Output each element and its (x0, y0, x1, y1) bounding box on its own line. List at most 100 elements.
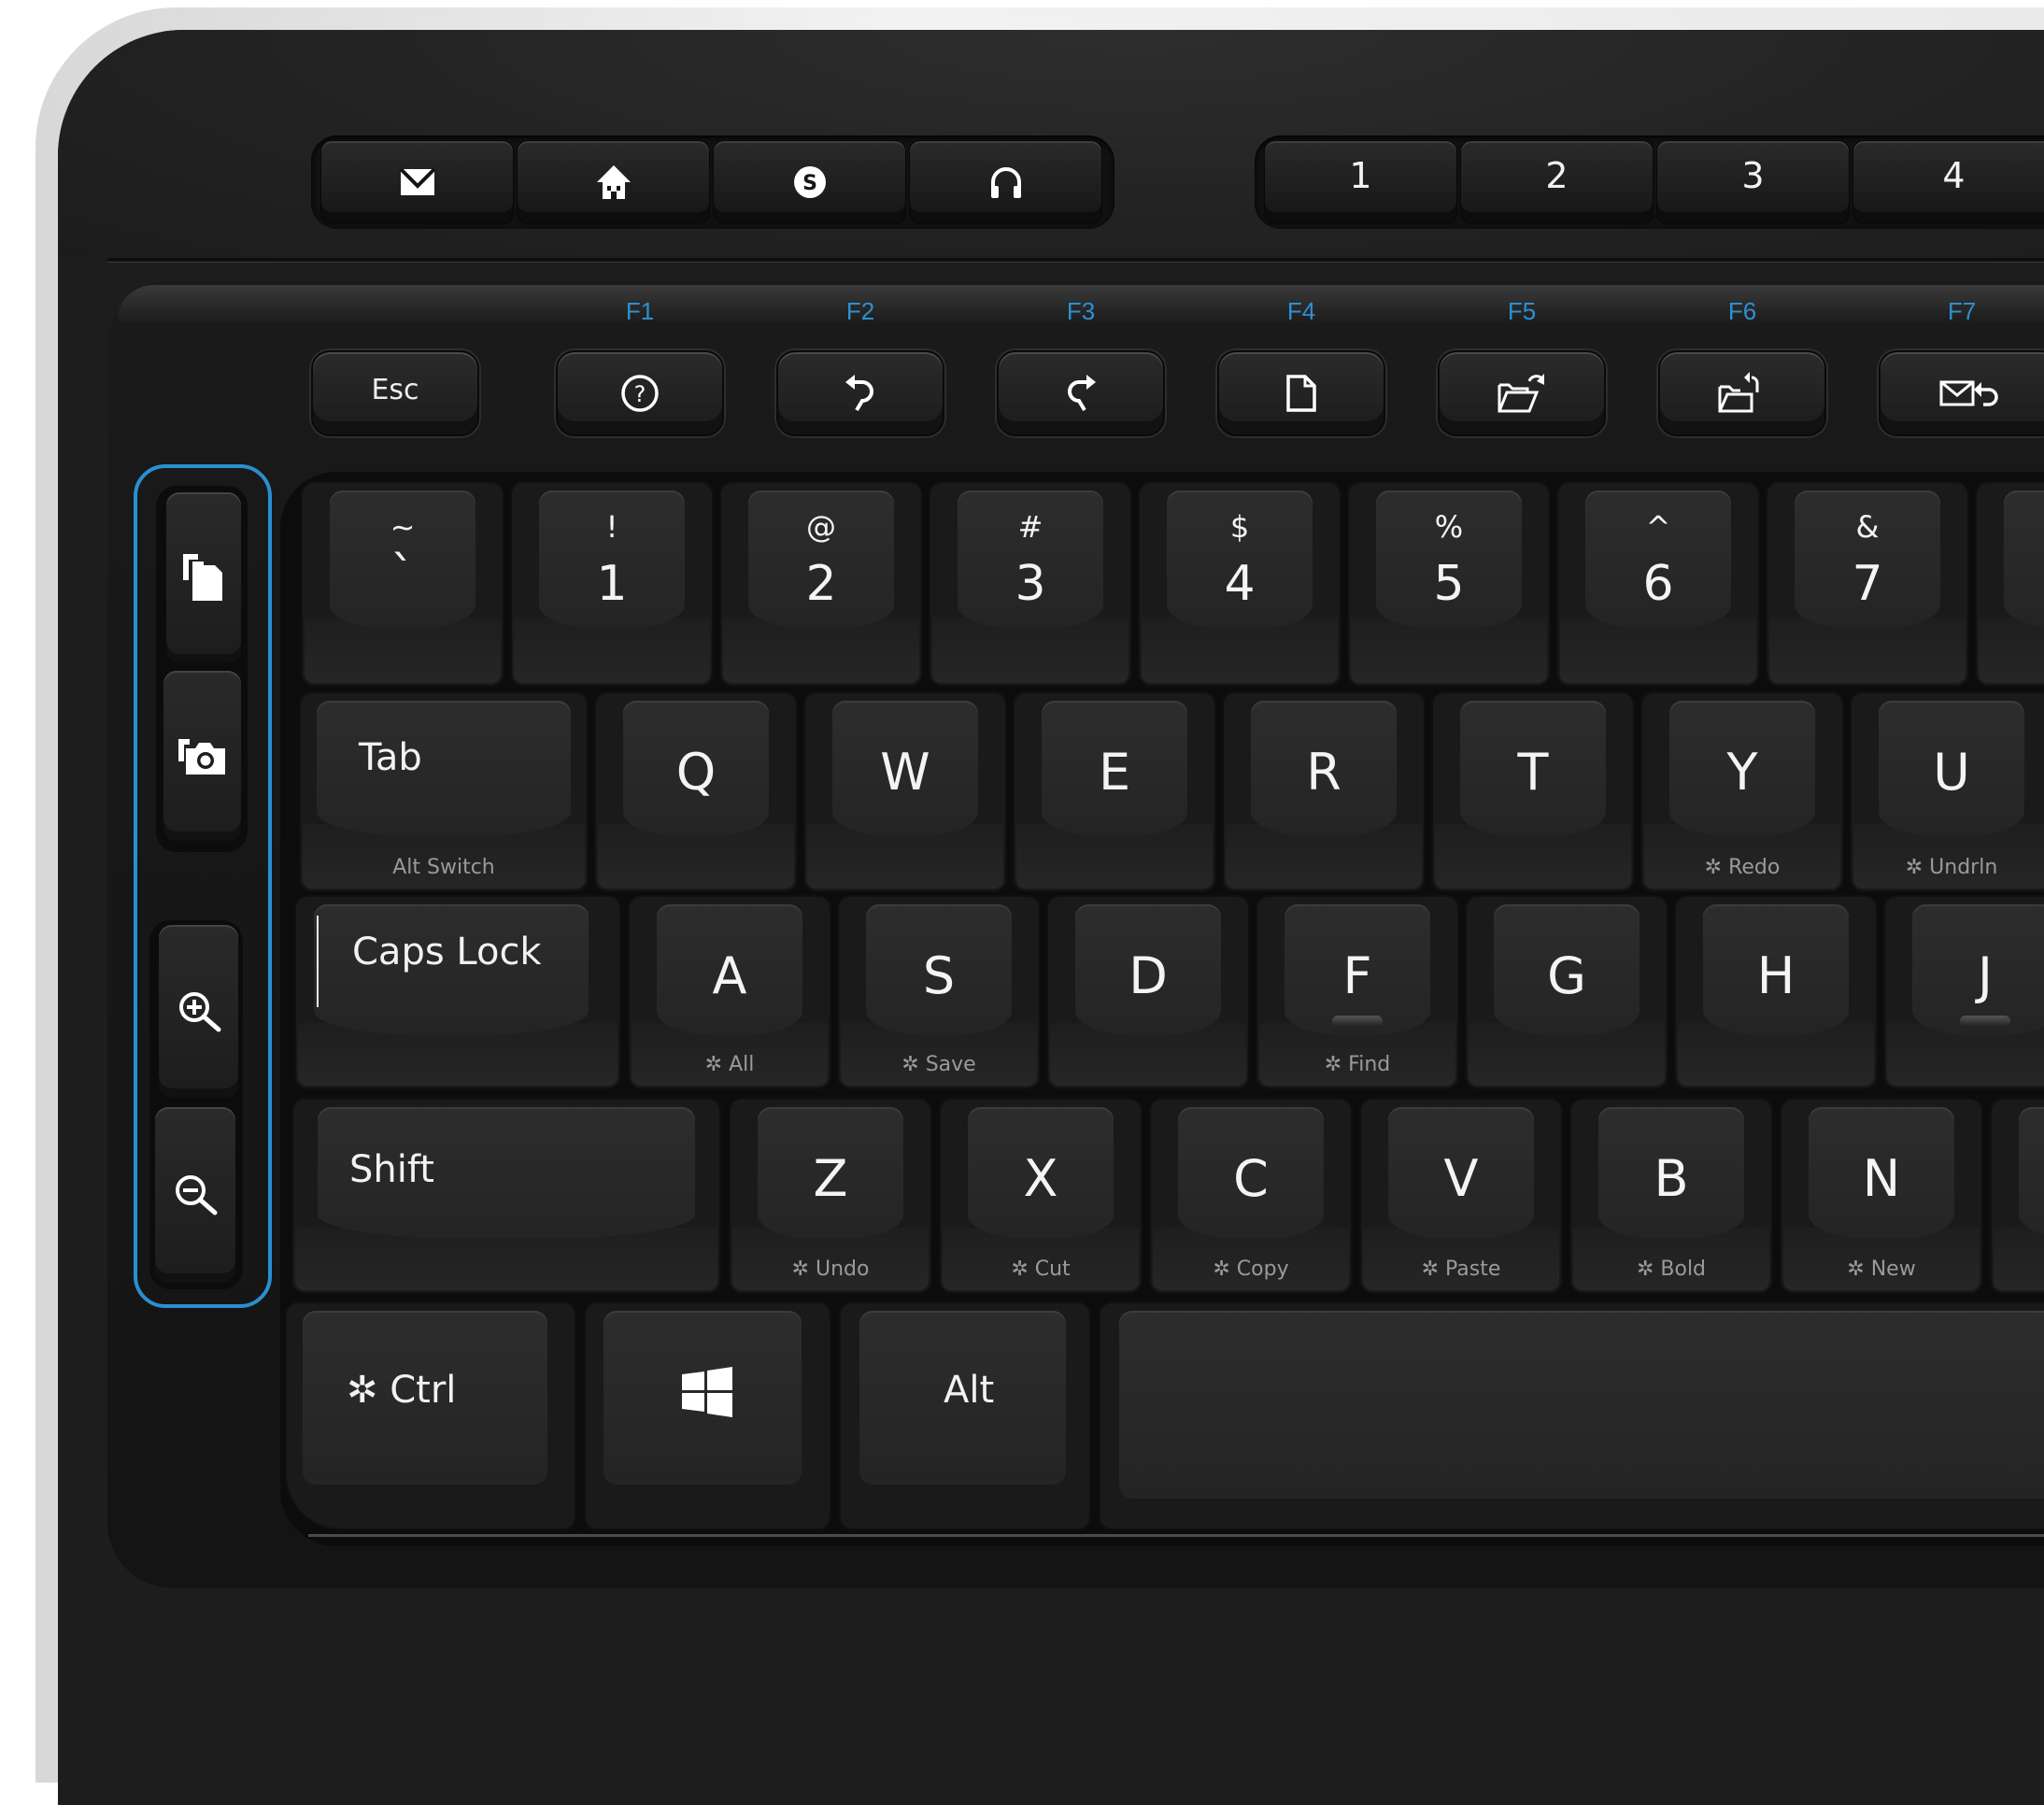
key-letter: F (1342, 946, 1372, 1005)
key-sub-legend: ✲ Undo (791, 1258, 870, 1281)
key-d[interactable]: D (1046, 895, 1250, 1089)
key-r[interactable]: R (1222, 691, 1426, 892)
favorite-key-label: 4 (1942, 155, 1966, 196)
favorite-key-1[interactable]: 1 (1264, 140, 1457, 224)
key-3[interactable]: #3 (929, 481, 1132, 687)
key-sub-legend: ✲ Undrln (1905, 856, 1998, 879)
key-skirt (1979, 617, 2044, 683)
key-x[interactable]: X ✲ Cut (939, 1098, 1143, 1294)
f3-key[interactable] (997, 350, 1165, 436)
mail-button[interactable] (320, 140, 514, 224)
key-e[interactable]: E (1013, 691, 1216, 892)
key-sub-legend: ✲ New (1847, 1258, 1916, 1281)
skype-button[interactable]: S (713, 140, 906, 224)
key-base-legend: 2 (805, 556, 837, 612)
windows-stack-icon (181, 552, 226, 604)
key-sub-legend: ✲ Find (1324, 1053, 1391, 1076)
ctrl-key[interactable]: ✲ Ctrl (285, 1301, 576, 1530)
key-t[interactable]: T (1431, 691, 1635, 892)
key-y[interactable]: Y ✲ Redo (1640, 691, 1844, 892)
key-letter: D (1128, 946, 1168, 1005)
favorite-key-3[interactable]: 3 (1656, 140, 1850, 224)
alt-key[interactable]: Alt (839, 1301, 1091, 1530)
key-7[interactable]: & 7 (1766, 481, 1969, 687)
key-shift-legend: % (1434, 509, 1464, 545)
f5-key[interactable] (1438, 350, 1606, 436)
key-letter: X (1023, 1149, 1058, 1208)
key-sub-legend: ✲ Save (901, 1053, 976, 1076)
key-1[interactable]: ! 1 (510, 481, 714, 687)
esc-key[interactable]: Esc (311, 350, 479, 436)
key-2[interactable]: @2 (719, 481, 923, 687)
key-cap (2018, 1107, 2044, 1240)
key-g[interactable]: G (1465, 895, 1668, 1089)
key-j[interactable]: J (1883, 895, 2044, 1089)
fn-label-f7: F7 (1947, 297, 1977, 325)
tilde-key[interactable]: ~ ` (301, 481, 504, 687)
key-letter: C (1233, 1149, 1269, 1208)
caps-lock-key[interactable]: Caps Lock (294, 895, 621, 1089)
f6-key[interactable] (1658, 350, 1826, 436)
key-b[interactable]: B ✲ Bold (1569, 1098, 1773, 1294)
screenshot-key[interactable] (163, 671, 241, 841)
key-letter: H (1756, 946, 1796, 1005)
key-letter: Q (675, 743, 717, 802)
fn-label-f1: F1 (625, 297, 655, 325)
zoom-out-key[interactable] (155, 1107, 235, 1283)
key-v[interactable]: V ✲ Paste (1359, 1098, 1563, 1294)
key-well-bottom-edge (308, 1534, 2044, 1537)
key-sub-legend: ✲ Bold (1636, 1258, 1707, 1281)
f7-key[interactable] (1879, 350, 2044, 436)
key-q[interactable]: Q (594, 691, 798, 892)
key-u[interactable]: U ✲ Undrln (1850, 691, 2044, 892)
key-f[interactable]: F ✲ Find (1256, 895, 1459, 1089)
key-shift-legend: ! (605, 509, 618, 545)
key-letter: R (1306, 743, 1341, 802)
key-s[interactable]: S ✲ Save (837, 895, 1041, 1089)
home-button[interactable] (517, 140, 710, 224)
zoom-out-icon (172, 1172, 219, 1218)
key-m-partial[interactable] (1990, 1098, 2044, 1294)
windows-key[interactable] (584, 1301, 831, 1530)
favorite-key-4[interactable]: 4 (1852, 140, 2044, 224)
music-button[interactable] (909, 140, 1102, 224)
app-switch-key[interactable] (166, 492, 241, 663)
key-skirt (1994, 1227, 2044, 1290)
caps-lock-label: Caps Lock (352, 931, 542, 974)
spacebar[interactable] (1099, 1301, 2044, 1530)
esc-label: Esc (371, 373, 419, 406)
key-a[interactable]: A ✲ All (628, 895, 831, 1089)
help-icon: ? (619, 373, 660, 414)
f4-key[interactable] (1217, 350, 1385, 436)
key-letter: S (922, 946, 956, 1005)
key-letter: U (1933, 743, 1970, 802)
shift-key[interactable]: Shift (291, 1098, 721, 1294)
key-6[interactable]: ^ 6 (1556, 481, 1760, 687)
f1-key[interactable]: ? (556, 350, 724, 436)
key-w[interactable]: W (803, 691, 1007, 892)
key-8-partial[interactable] (1975, 481, 2044, 687)
key-shift-legend: # (1017, 509, 1043, 545)
favorite-key-2[interactable]: 2 (1460, 140, 1654, 224)
key-c[interactable]: C ✲ Copy (1149, 1098, 1353, 1294)
key-5[interactable]: % 5 (1347, 481, 1551, 687)
svg-text:S: S (802, 172, 817, 195)
key-letter: A (712, 946, 747, 1005)
key-z[interactable]: Z ✲ Undo (729, 1098, 932, 1294)
key-shift-legend: & (1855, 509, 1880, 545)
zoom-in-icon (176, 988, 222, 1035)
zoom-in-key[interactable] (159, 925, 238, 1098)
key-h[interactable]: H (1674, 895, 1878, 1089)
f2-key[interactable] (776, 350, 944, 436)
key-4[interactable]: $4 (1138, 481, 1341, 687)
skype-icon: S (791, 163, 829, 201)
reply-mail-icon (1938, 377, 2000, 410)
favorite-key-label: 2 (1545, 155, 1568, 196)
save-folder-icon (1716, 372, 1768, 415)
tab-key[interactable]: Tab Alt Switch (299, 691, 589, 892)
fn-label-f4: F4 (1286, 297, 1316, 325)
fn-label-f6: F6 (1727, 297, 1757, 325)
key-n[interactable]: N ✲ New (1780, 1098, 1983, 1294)
key-letter: W (880, 743, 930, 802)
key-letter: B (1654, 1149, 1689, 1208)
